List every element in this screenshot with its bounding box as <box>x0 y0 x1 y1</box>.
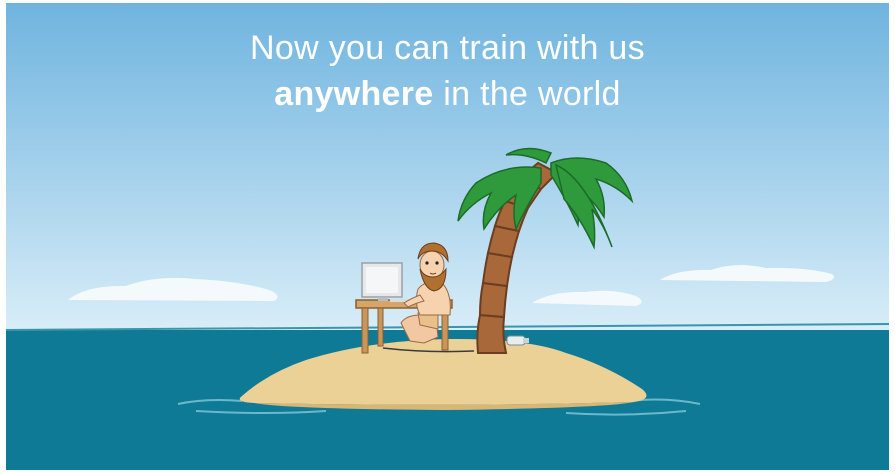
headline-line-1: Now you can train with us <box>250 29 645 67</box>
hero-scene: Now you can train with us anywhere in th… <box>6 3 889 470</box>
headline-emphasis: anywhere <box>274 75 434 113</box>
headline-line-2: anywhere in the world <box>6 71 889 117</box>
headline-line-2-rest: in the world <box>433 75 621 113</box>
headline: Now you can train with us anywhere in th… <box>6 25 889 117</box>
